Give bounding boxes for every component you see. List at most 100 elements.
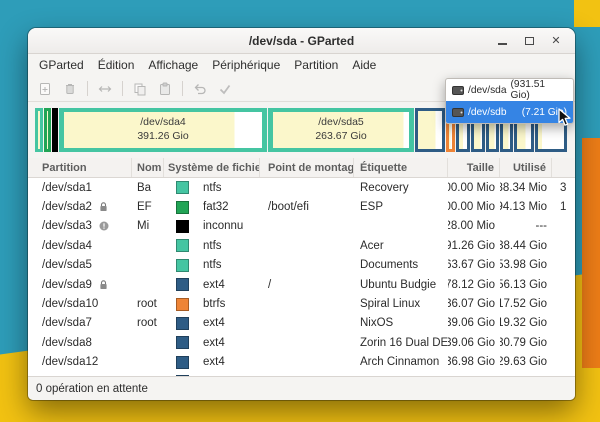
disk-partition-block-dev-sda4[interactable]: /dev/sda4391.26 Gio (59, 108, 267, 152)
resize-move-icon (98, 82, 112, 96)
menu-item-edition[interactable]: Édition (91, 56, 142, 74)
used-cell: 194.13 Mio (500, 201, 552, 213)
filesystem-color-swatch (176, 356, 189, 369)
lock-icon (99, 280, 108, 290)
new-partition-icon (38, 82, 52, 96)
column-header-partition[interactable]: Partition (28, 158, 132, 177)
column-header-nom[interactable]: Nom (132, 158, 164, 177)
menu-item-aide[interactable]: Aide (345, 56, 383, 74)
filesystem-cell: ext4 (164, 356, 260, 369)
unused-cell: 3 (552, 182, 575, 194)
minimize-icon (498, 43, 507, 45)
used-cell: 253.98 Gio (500, 259, 552, 271)
device-name: /dev/sdb (468, 107, 507, 118)
wallpaper-yellow-corner (574, 0, 600, 27)
partition-cell: /dev/sda5 (28, 259, 132, 271)
partition-cell: /dev/sda4 (28, 240, 132, 252)
filesystem-cell: ntfs (164, 239, 260, 252)
device-dropdown: /dev/sda(931.51 Gio)/dev/sdb(7.21 Gio) (445, 78, 574, 124)
device-name: /dev/sda (468, 85, 507, 96)
disk-partition-block-dev-sda5[interactable]: /dev/sda5263.67 Gio (268, 108, 414, 152)
undo-icon (193, 82, 207, 96)
menu-bar: GPartedÉditionAffichagePériphériqueParti… (28, 54, 575, 76)
size-cell: 600.00 Mio (448, 182, 500, 194)
label-cell: Arch Cinnamon (354, 356, 448, 368)
disk-partition-block-dev-sda3[interactable] (52, 108, 58, 152)
warning-icon (99, 221, 109, 231)
device-option-dev-sdb[interactable]: /dev/sdb(7.21 Gio) (446, 101, 573, 123)
used-cell: 19.32 Gio (500, 317, 552, 329)
menu-item-partition[interactable]: Partition (287, 56, 345, 74)
used-cell: 30.79 Gio (500, 337, 552, 349)
partition-cell: /dev/sda1 (28, 182, 132, 194)
table-row[interactable]: /dev/sda10rootbtrfsSpiral Linux36.07 Gio… (28, 294, 575, 313)
column-header-systeme-de-fichiers[interactable]: Système de fichiers (164, 158, 260, 177)
undo-button[interactable] (189, 79, 211, 99)
close-button[interactable]: ✕ (549, 34, 563, 48)
column-header-point-de-montage[interactable]: Point de montage (260, 158, 354, 177)
menu-item-affichage[interactable]: Affichage (141, 56, 205, 74)
filesystem-color-swatch (176, 181, 189, 194)
table-row[interactable]: /dev/sda2EFfat32/boot/efiESP300.00 Mio19… (28, 197, 575, 216)
size-cell: 36.07 Gio (448, 298, 500, 310)
partition-cell: /dev/sda12 (28, 356, 132, 368)
paste-button[interactable] (154, 79, 176, 99)
toolbar-separator (122, 81, 123, 96)
column-header-taille[interactable]: Taille (448, 158, 500, 177)
titlebar[interactable]: /dev/sda - GParted ✕ (28, 28, 575, 54)
partition-cell: /dev/sda2 (28, 201, 132, 213)
table-row[interactable]: /dev/sda9ext4/Ubuntu Budgie78.12 Gio56.1… (28, 275, 575, 294)
menu-item-peripherique[interactable]: Périphérique (205, 56, 287, 74)
column-header-overflow[interactable] (552, 158, 575, 177)
filesystem-color-swatch (176, 259, 189, 272)
table-row[interactable]: /dev/sda5ntfsDocuments263.67 Gio253.98 G… (28, 256, 575, 275)
partition-label: 391.26 Gio (137, 130, 188, 144)
table-row[interactable]: /dev/sda3Miinconnu128.00 Mio--- (28, 217, 575, 236)
label-cell: Documents (354, 259, 448, 271)
table-row[interactable]: /dev/sda8ext4Zorin 16 Dual DE39.06 Gio30… (28, 333, 575, 352)
window-title: /dev/sda - GParted (28, 34, 575, 48)
delete-partition-button[interactable] (59, 79, 81, 99)
column-header-etiquette[interactable]: Étiquette (354, 158, 448, 177)
device-option-dev-sda[interactable]: /dev/sda(931.51 Gio) (446, 79, 573, 101)
apply-button[interactable] (214, 79, 236, 99)
label-cell: Spiral Linux (354, 298, 448, 310)
gparted-window: /dev/sda - GParted ✕ GPartedÉditionAffic… (28, 28, 575, 400)
disk-partition-block-dev-sda2[interactable] (44, 108, 51, 152)
column-header-utilise[interactable]: Utilisé (500, 158, 552, 177)
table-row[interactable]: /dev/sda7rootext4NixOS39.06 Gio19.32 Gio (28, 314, 575, 333)
drive-icon (452, 86, 464, 95)
filesystem-cell: ext4 (164, 278, 260, 291)
minimize-button[interactable] (495, 34, 509, 48)
lock-icon (99, 202, 108, 212)
partition-cell: /dev/sda9 (28, 279, 132, 291)
used-cell: --- (500, 220, 552, 232)
label-cell: Recovery (354, 182, 448, 194)
disk-partition-block-dev-sda9[interactable] (415, 108, 445, 152)
name-cell: Ba (132, 182, 164, 194)
maximize-button[interactable] (522, 34, 536, 48)
table-row[interactable]: /dev/sda12ext4Arch Cinnamon36.98 Gio29.6… (28, 353, 575, 372)
name-cell: root (132, 317, 164, 329)
filesystem-cell: btrfs (164, 298, 260, 311)
table-row[interactable]: /dev/sda1BantfsRecovery600.00 Mio288.34 … (28, 178, 575, 197)
partition-label: /dev/sda5 (318, 116, 364, 130)
partition-label: 263.67 Gio (315, 130, 366, 144)
new-partition-button[interactable] (34, 79, 56, 99)
partition-label: /dev/sda4 (140, 116, 186, 130)
unused-cell: 1 (552, 201, 575, 213)
resize-move-button[interactable] (94, 79, 116, 99)
table-row[interactable]: /dev/sda4ntfsAcer391.26 Gio338.44 Gio (28, 236, 575, 255)
partition-cell: /dev/sda7 (28, 317, 132, 329)
size-cell: 36.98 Gio (448, 356, 500, 368)
label-cell: Acer (354, 240, 448, 252)
mountpoint-cell: / (260, 279, 354, 291)
table-header: PartitionNomSystème de fichiersPoint de … (28, 158, 575, 178)
used-cell: 338.44 Gio (500, 240, 552, 252)
used-cell: 17.52 Gio (500, 298, 552, 310)
menu-item-gparted[interactable]: GParted (32, 56, 91, 74)
copy-button[interactable] (129, 79, 151, 99)
size-cell: 39.06 Gio (448, 317, 500, 329)
disk-partition-block-dev-sda1[interactable] (35, 108, 43, 152)
name-cell: EF (132, 201, 164, 213)
